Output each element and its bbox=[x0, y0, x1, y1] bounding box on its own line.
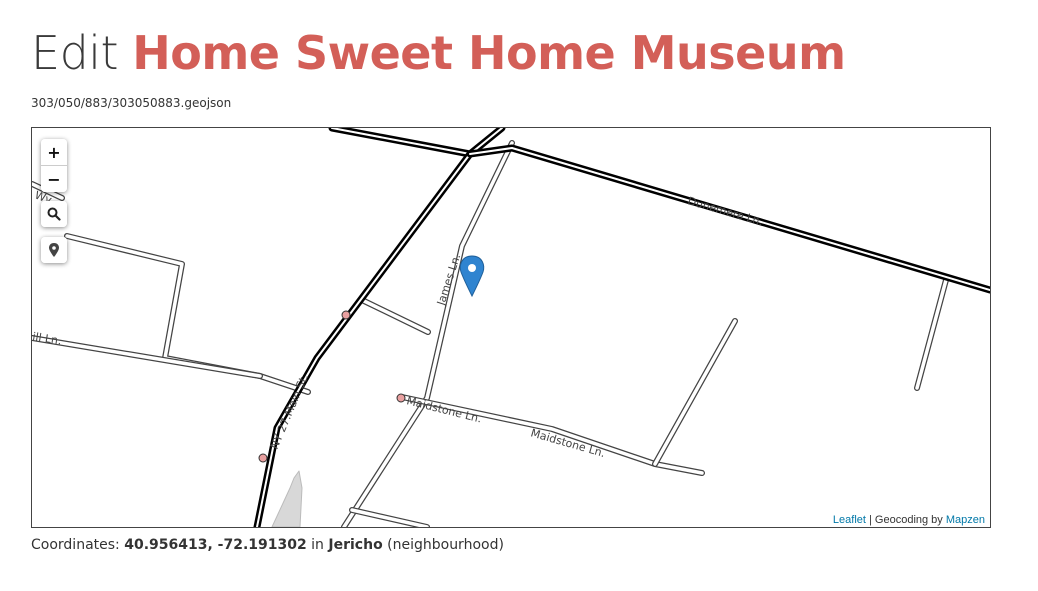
map-attribution: Leaflet | Geocoding by Mapzen bbox=[827, 513, 990, 527]
map-pin-icon[interactable] bbox=[459, 255, 485, 298]
title-verb: Edit bbox=[31, 26, 119, 80]
leaflet-link[interactable]: Leaflet bbox=[833, 514, 866, 526]
road-label-dunemere: Dunemere Ln. bbox=[686, 194, 764, 228]
coordinates-value: 40.956413, -72.191302 bbox=[124, 537, 307, 553]
search-icon bbox=[47, 207, 61, 221]
mapzen-link[interactable]: Mapzen bbox=[946, 514, 985, 526]
road-labels: Dunemere Ln. James Ln. NY 27.Main St. Ma… bbox=[32, 189, 765, 460]
place-name: Home Sweet Home Museum bbox=[132, 26, 846, 80]
road-label-mill: ill Ln. bbox=[32, 330, 62, 347]
zoom-in-button[interactable]: + bbox=[41, 139, 67, 165]
place-type: (neighbourhood) bbox=[382, 537, 504, 553]
locate-control bbox=[41, 237, 67, 263]
map-marker-icon bbox=[49, 243, 59, 257]
attribution-text: | Geocoding by bbox=[865, 514, 946, 526]
search-control bbox=[41, 201, 67, 227]
hatched-area bbox=[271, 470, 303, 527]
coordinates-label: Coordinates: bbox=[31, 537, 125, 553]
page-title: Edit Home Sweet Home Museum bbox=[31, 22, 846, 84]
minor-roads bbox=[32, 140, 949, 527]
neighbourhood-name: Jericho bbox=[328, 537, 383, 553]
zoom-out-button[interactable]: − bbox=[41, 165, 67, 192]
locate-button[interactable] bbox=[41, 237, 67, 263]
coordinates-line: Coordinates: 40.956413, -72.191302 in Je… bbox=[31, 537, 504, 553]
zoom-control: + − bbox=[41, 139, 67, 192]
road-label-james: James Ln. bbox=[434, 252, 463, 308]
map[interactable]: Dunemere Ln. James Ln. NY 27.Main St. Ma… bbox=[31, 127, 991, 528]
search-button[interactable] bbox=[41, 201, 67, 227]
geojson-file-path: 303/050/883/303050883.geojson bbox=[31, 96, 232, 110]
coordinates-in: in bbox=[306, 537, 329, 553]
major-roads bbox=[253, 128, 990, 527]
map-tiles[interactable]: Dunemere Ln. James Ln. NY 27.Main St. Ma… bbox=[32, 128, 990, 527]
